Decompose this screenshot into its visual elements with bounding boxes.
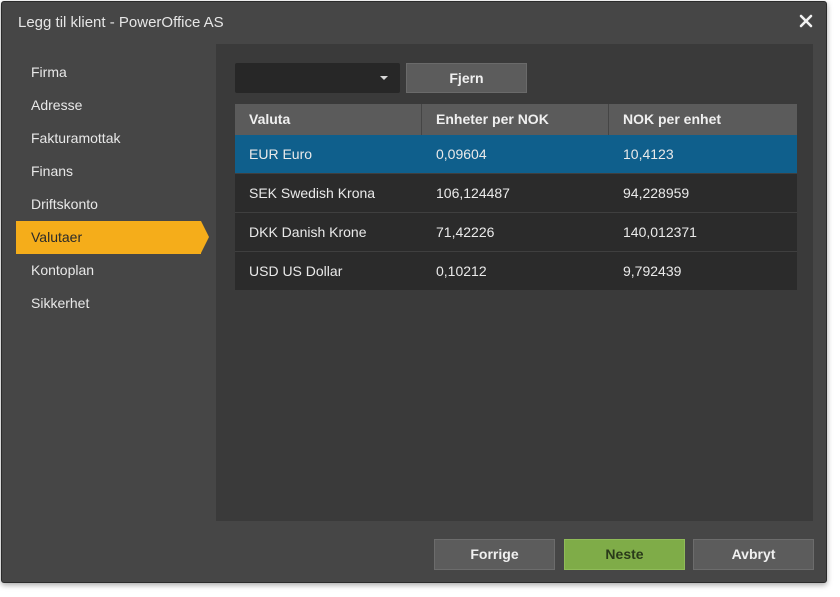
remove-button[interactable]: Fjern <box>406 63 527 93</box>
next-button[interactable]: Neste <box>564 539 685 570</box>
currency-table: Valuta Enheter per NOK NOK per enhet EUR… <box>235 104 797 290</box>
cell-currency: USD US Dollar <box>249 263 343 279</box>
cell-nok-per-unit: 10,4123 <box>623 146 674 162</box>
sidebar-nav: Firma Adresse Fakturamottak Finans Drift… <box>16 56 209 320</box>
dialog-title: Legg til klient - PowerOffice AS <box>18 14 224 31</box>
cell-units-per-nok: 0,10212 <box>436 263 487 279</box>
cell-nok-per-unit: 94,228959 <box>623 185 690 201</box>
content-panel: Fjern Valuta Enheter per NOK NOK per enh… <box>216 44 813 521</box>
sidebar-item-sikkerhet[interactable]: Sikkerhet <box>16 287 200 320</box>
cell-units-per-nok: 0,09604 <box>436 146 487 162</box>
table-row[interactable]: EUR Euro 0,09604 10,4123 <box>235 135 797 173</box>
sidebar-item-kontoplan[interactable]: Kontoplan <box>16 254 200 287</box>
sidebar-item-driftskonto[interactable]: Driftskonto <box>16 188 200 221</box>
previous-button[interactable]: Forrige <box>434 539 555 570</box>
column-header-enheter-per-nok[interactable]: Enheter per NOK <box>422 104 609 135</box>
close-icon[interactable] <box>798 13 814 29</box>
table-row[interactable]: USD US Dollar 0,10212 9,792439 <box>235 251 797 290</box>
dialog: Legg til klient - PowerOffice AS Firma A… <box>1 1 827 583</box>
sidebar-item-fakturamottak[interactable]: Fakturamottak <box>16 122 200 155</box>
cell-units-per-nok: 106,124487 <box>436 185 510 201</box>
sidebar-item-finans[interactable]: Finans <box>16 155 200 188</box>
table-row[interactable]: DKK Danish Krone 71,42226 140,012371 <box>235 212 797 251</box>
cancel-button[interactable]: Avbryt <box>693 539 814 570</box>
sidebar-item-valutaer[interactable]: Valutaer <box>16 221 209 254</box>
table-row[interactable]: SEK Swedish Krona 106,124487 94,228959 <box>235 173 797 212</box>
table-header: Valuta Enheter per NOK NOK per enhet <box>235 104 797 135</box>
currency-select[interactable] <box>235 63 400 93</box>
cell-nok-per-unit: 140,012371 <box>623 224 697 240</box>
column-header-valuta[interactable]: Valuta <box>235 104 422 135</box>
cell-units-per-nok: 71,42226 <box>436 224 495 240</box>
cell-currency: EUR Euro <box>249 146 313 162</box>
sidebar-item-adresse[interactable]: Adresse <box>16 89 200 122</box>
cell-currency: SEK Swedish Krona <box>249 185 376 201</box>
sidebar-item-firma[interactable]: Firma <box>16 56 200 89</box>
cell-nok-per-unit: 9,792439 <box>623 263 682 279</box>
chevron-down-icon <box>380 76 388 80</box>
column-header-nok-per-enhet[interactable]: NOK per enhet <box>609 104 797 135</box>
cell-currency: DKK Danish Krone <box>249 224 367 240</box>
